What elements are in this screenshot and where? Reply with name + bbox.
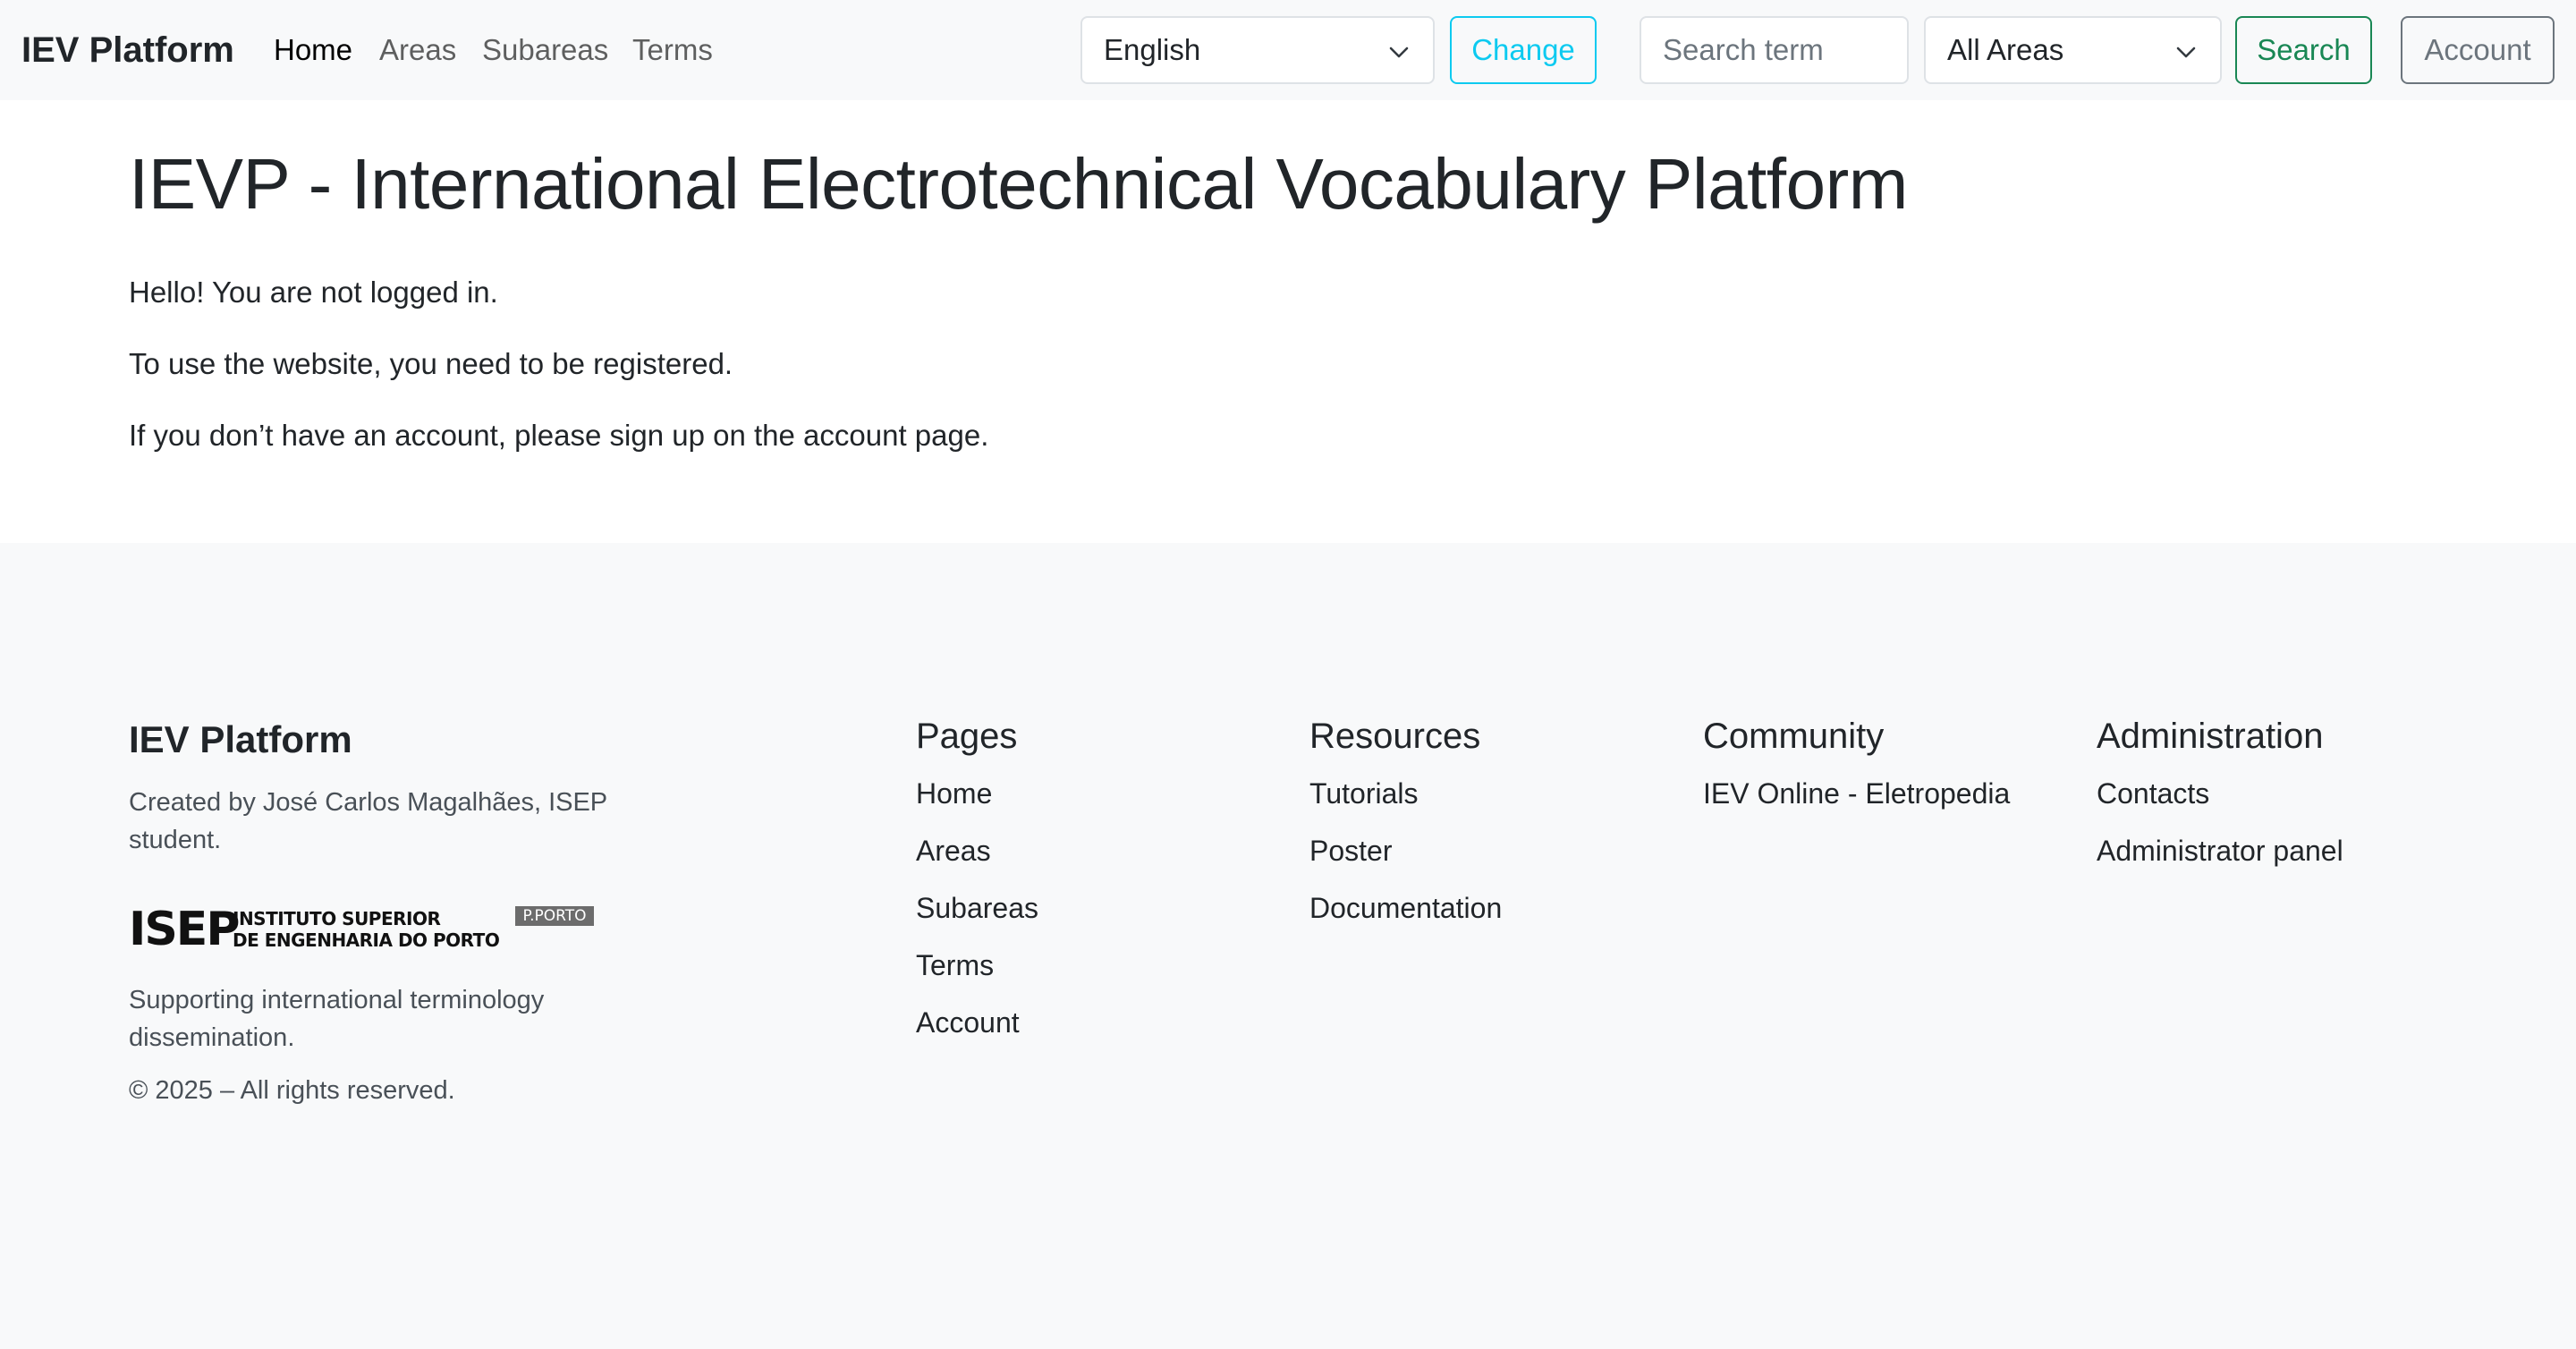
language-select[interactable]: English: [1080, 16, 1435, 84]
change-language-button[interactable]: Change: [1450, 16, 1597, 84]
footer-link-terms[interactable]: Terms: [916, 949, 994, 982]
footer-administration-title: Administration: [2097, 717, 2324, 756]
footer-link-contacts[interactable]: Contacts: [2097, 777, 2209, 810]
footer-brand: IEV Platform: [129, 718, 352, 760]
footer-link-subareas[interactable]: Subareas: [916, 892, 1038, 925]
footer-pages-title: Pages: [916, 717, 1018, 756]
account-button[interactable]: Account: [2401, 16, 2555, 84]
footer-community-title: Community: [1703, 717, 1885, 756]
isep-logo: ISEP INSTITUTO SUPERIOR DE ENGENHARIA DO…: [129, 904, 594, 954]
chevron-down-icon: [2176, 47, 2196, 58]
page-title: IEVP - International Electrotechnical Vo…: [129, 144, 1908, 224]
navbar-brand[interactable]: IEV Platform: [21, 0, 234, 100]
footer-link-account[interactable]: Account: [916, 1006, 1020, 1039]
search-button[interactable]: Search: [2235, 16, 2372, 84]
footer-link-tutorials[interactable]: Tutorials: [1309, 777, 1419, 810]
footer-link-admin-panel[interactable]: Administrator panel: [2097, 835, 2343, 868]
registration-text: To use the website, you need to be regis…: [129, 347, 733, 380]
footer-credit: Created by José Carlos Magalhães, ISEP s…: [129, 788, 607, 854]
isep-logo-line2: DE ENGENHARIA DO PORTO: [233, 929, 500, 951]
chevron-down-icon: [1389, 47, 1409, 58]
footer-link-documentation[interactable]: Documentation: [1309, 892, 1502, 925]
isep-logo-mark: ISEP: [129, 903, 240, 956]
isep-logo-badge: P.PORTO: [515, 906, 594, 926]
footer-tagline: Supporting international terminology dis…: [129, 986, 545, 1052]
search-input[interactable]: Search term: [1640, 16, 1909, 84]
nav-link-subareas[interactable]: Subareas: [482, 0, 608, 100]
footer-link-poster[interactable]: Poster: [1309, 835, 1392, 868]
footer-link-eletropedia[interactable]: IEV Online - Eletropedia: [1703, 777, 2010, 810]
footer-link-areas[interactable]: Areas: [916, 835, 991, 868]
nav-link-areas[interactable]: Areas: [379, 0, 456, 100]
navbar: IEV Platform Home Areas Subareas Terms E…: [0, 0, 2576, 100]
language-select-value: English: [1104, 33, 1201, 66]
nav-link-home[interactable]: Home: [274, 0, 352, 100]
nav-link-terms[interactable]: Terms: [632, 0, 713, 100]
footer-link-home[interactable]: Home: [916, 777, 992, 810]
signup-text: If you don’t have an account, please sig…: [129, 419, 989, 452]
area-select[interactable]: All Areas: [1924, 16, 2222, 84]
area-select-value: All Areas: [1947, 33, 2064, 66]
footer-copyright: © 2025 – All rights reserved.: [129, 1076, 455, 1105]
footer: IEV Platform Created by José Carlos Maga…: [0, 543, 2576, 1349]
isep-logo-line1: INSTITUTO SUPERIOR: [233, 908, 441, 929]
footer-resources-title: Resources: [1309, 717, 1481, 756]
greeting-text: Hello! You are not logged in.: [129, 276, 498, 309]
